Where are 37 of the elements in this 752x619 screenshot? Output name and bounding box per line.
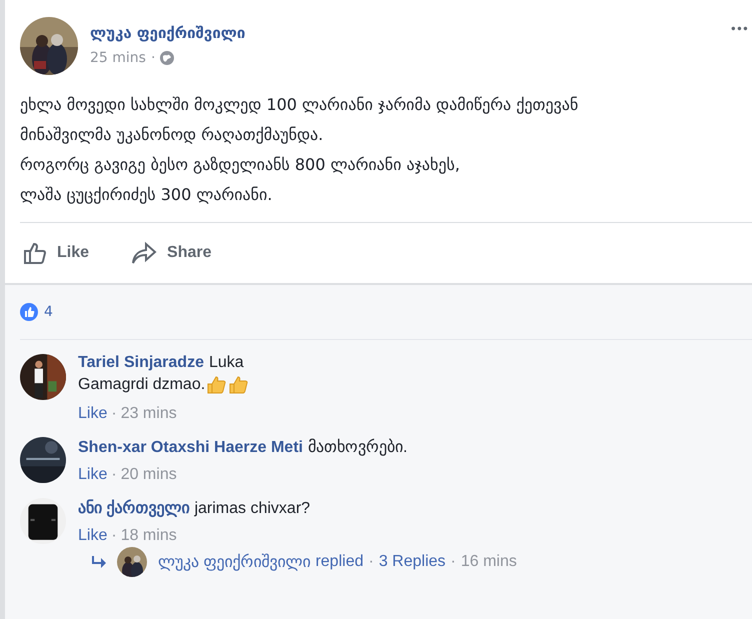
like-button[interactable]: Like [23, 241, 90, 265]
like-link[interactable]: Like [78, 527, 108, 545]
comment-time[interactable]: 23 mins [120, 405, 177, 423]
reply-time: 16 mins [460, 553, 517, 571]
separator-dot: · [111, 405, 117, 423]
separator-dot: · [150, 50, 156, 66]
comment-time[interactable]: 20 mins [120, 466, 177, 484]
like-link[interactable]: Like [78, 405, 108, 423]
comment-text: jarimas chivxar? [194, 500, 310, 517]
thumbs-up-icon [227, 374, 250, 396]
commenter-name[interactable]: Tariel Sinjaradze [78, 354, 204, 371]
author-name[interactable]: ლუკა ფეიქრიშვილი [90, 24, 246, 42]
separator-dot: · [111, 466, 117, 484]
thumbs-up-icon [23, 241, 47, 265]
comment-time[interactable]: 18 mins [120, 527, 177, 545]
replier-name[interactable]: ლუკა ფეიქრიშვილი [158, 552, 310, 572]
separator-dot: · [368, 553, 374, 571]
like-reaction-icon[interactable] [20, 303, 38, 321]
more-options-button[interactable]: ••• [730, 22, 748, 36]
reaction-count[interactable]: 4 [44, 304, 53, 320]
globe-icon[interactable] [160, 51, 174, 65]
replies-link[interactable]: 3 Replies [378, 553, 446, 571]
separator-dot: · [111, 527, 117, 545]
share-arrow-icon [131, 241, 158, 265]
comment-text: Luka [208, 354, 244, 371]
comment-text: მათხოვრები. [308, 439, 408, 456]
commenter-name[interactable]: Shen-xar Otaxshi Haerze Meti [78, 439, 303, 456]
reply-arrow-icon [92, 556, 106, 568]
like-link[interactable]: Like [78, 466, 108, 484]
comment-text: Gamagrdi dzmao. [78, 376, 206, 394]
share-button[interactable]: Share [131, 241, 212, 265]
thumbs-up-icon [205, 374, 228, 396]
replied-label: replied [315, 553, 364, 571]
post-time[interactable]: 25 mins [90, 50, 146, 66]
commenter-name[interactable]: ანი ქართველი [78, 500, 190, 517]
post-text: ეხლა მოვედი სახლში მოკლედ 100 ლარიანი ჯარიმა დამიწერა ქეთევან მინაშვილმა უკანონოდ რაღათქმაუნდა. როგორც გავიგე ბესო გაზდელიანს 800 ლარიანი აჯახეს, ლაშა ცუცქირიძეს 300 ლარიანი. [20, 94, 580, 206]
separator-dot: · [450, 553, 456, 571]
